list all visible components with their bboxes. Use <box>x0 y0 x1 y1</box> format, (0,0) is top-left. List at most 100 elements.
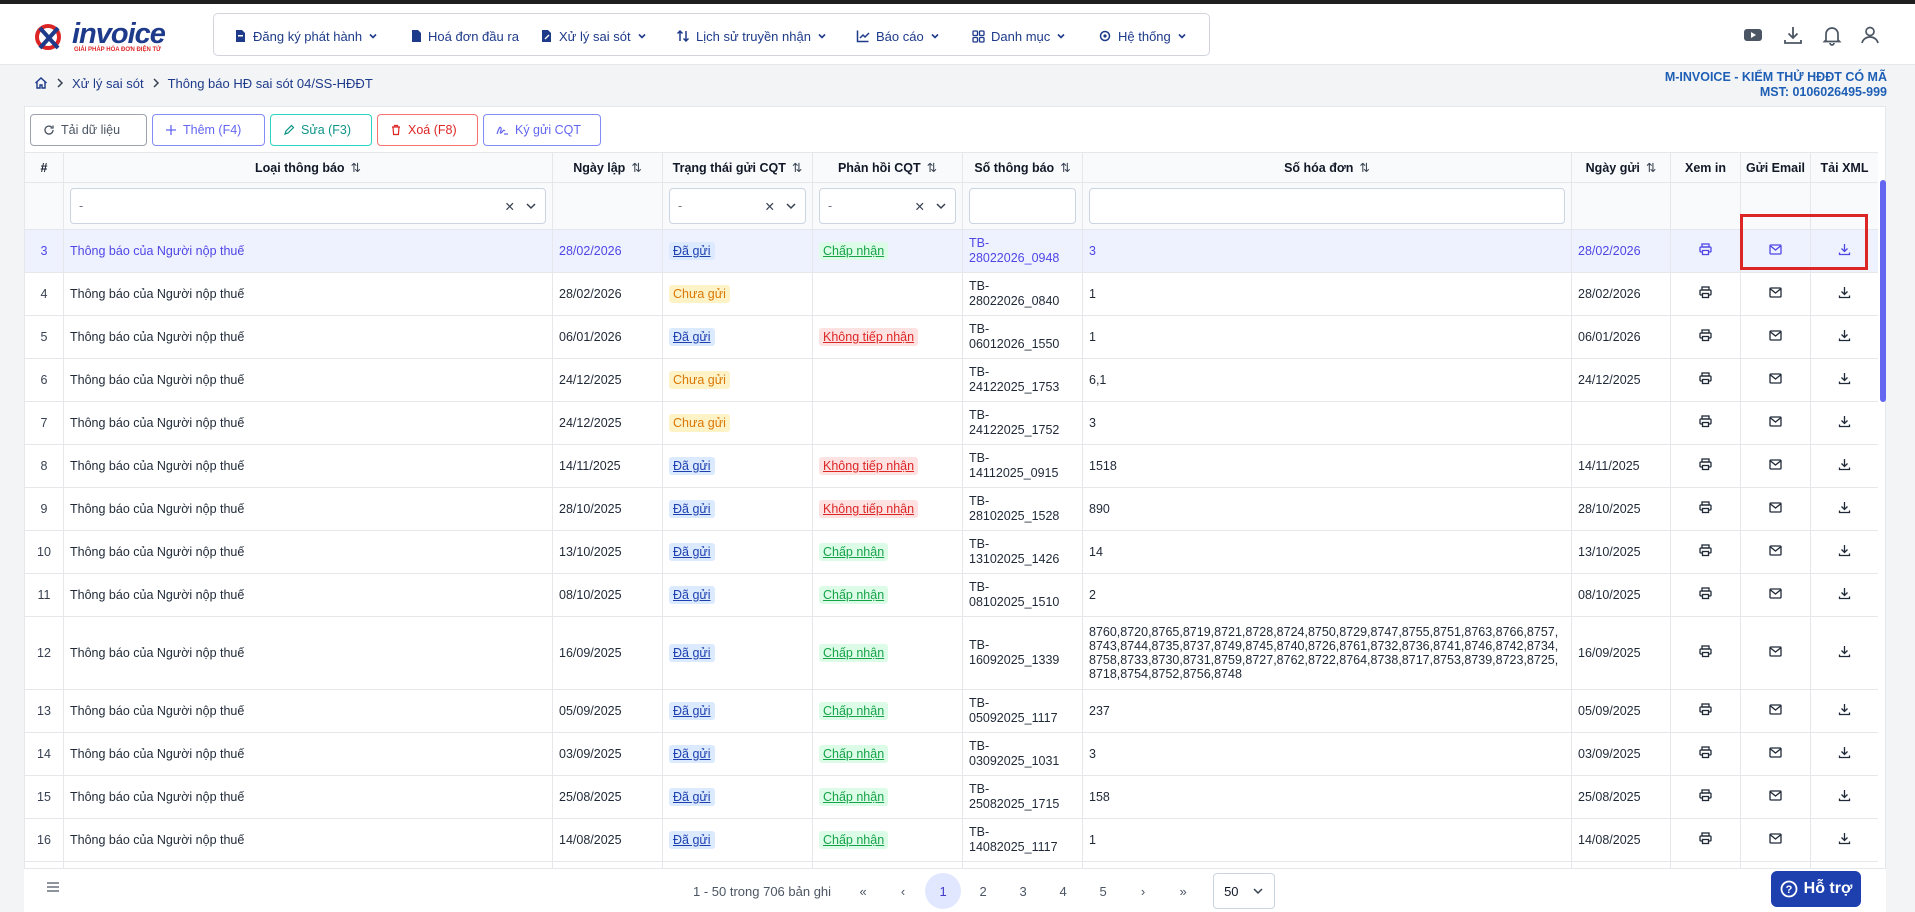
print-button[interactable] <box>1670 818 1741 862</box>
col-header-notice-no[interactable]: Số thông báo ⇅ <box>962 152 1083 183</box>
table-row[interactable]: 15 Thông báo của Người nộp thuế 25/08/2025… <box>24 775 1878 819</box>
page-size-select[interactable]: 50 <box>1213 873 1276 909</box>
print-button[interactable] <box>1670 272 1741 316</box>
send-email-button[interactable] <box>1740 530 1811 574</box>
table-row[interactable]: 14 Thông báo của Người nộp thuế 03/09/2025… <box>24 732 1878 776</box>
delete-button[interactable]: Xoá (F8) <box>377 114 478 146</box>
send-email-button[interactable] <box>1740 689 1811 733</box>
print-button[interactable] <box>1670 775 1741 819</box>
print-button[interactable] <box>1670 401 1741 445</box>
table-row[interactable]: 7 Thông báo của Người nộp thuế 24/12/2025 C… <box>24 401 1878 445</box>
page-button-5[interactable]: 5 <box>1083 873 1123 909</box>
reply-badge[interactable]: Không tiếp nhận <box>819 457 919 475</box>
sign-send-button[interactable]: Ký gửi CQT <box>483 114 601 146</box>
youtube-icon[interactable] <box>1742 24 1764 46</box>
reply-badge[interactable]: Chấp nhận <box>819 644 889 662</box>
next-page-button[interactable]: › <box>1123 873 1163 909</box>
status-badge[interactable]: Đã gửi <box>669 242 715 260</box>
table-row[interactable]: 16 Thông báo của Người nộp thuế 14/08/2025… <box>24 818 1878 862</box>
table-row[interactable]: 10 Thông báo của Người nộp thuế 13/10/2025… <box>24 530 1878 574</box>
last-page-button[interactable]: » <box>1163 873 1203 909</box>
status-badge[interactable]: Đã gửi <box>669 788 715 806</box>
send-email-button[interactable] <box>1740 616 1811 690</box>
print-button[interactable] <box>1670 573 1741 617</box>
download-icon[interactable] <box>1782 24 1804 46</box>
reply-badge[interactable]: Chấp nhận <box>819 586 889 604</box>
clear-icon[interactable]: ✕ <box>505 199 515 214</box>
app-logo[interactable]: invoice GIẢI PHÁP HÓA ĐƠN ĐIỆN TỬ <box>34 18 176 58</box>
clear-icon[interactable]: ✕ <box>915 199 925 214</box>
reload-button[interactable]: Tải dữ liệu <box>30 114 147 146</box>
reply-filter-select[interactable]: - ✕ <box>819 188 956 224</box>
status-badge[interactable]: Đã gửi <box>669 328 715 346</box>
col-header-reply[interactable]: Phản hồi CQT ⇅ <box>812 152 963 183</box>
download-xml-button[interactable] <box>1810 487 1878 531</box>
home-icon[interactable] <box>34 76 48 90</box>
download-xml-button[interactable] <box>1810 616 1878 690</box>
nav-xu-ly-sai-sot[interactable]: Xử lý sai sót <box>540 26 647 46</box>
bell-icon[interactable] <box>1821 24 1843 46</box>
table-row[interactable]: 8 Thông báo của Người nộp thuế 14/11/2025 Đ… <box>24 444 1878 488</box>
notice-no-filter-input[interactable] <box>969 188 1076 224</box>
send-email-button[interactable] <box>1740 272 1811 316</box>
invoice-no-filter-input[interactable] <box>1089 188 1565 224</box>
table-row[interactable]: 12 Thông báo của Người nộp thuế 16/09/2025… <box>24 616 1878 690</box>
sort-icon[interactable]: ⇅ <box>351 160 361 175</box>
status-badge[interactable]: Chưa gửi <box>669 371 730 389</box>
send-email-button[interactable] <box>1740 444 1811 488</box>
breadcrumb-item[interactable]: Xử lý sai sót <box>72 76 144 91</box>
download-xml-button[interactable] <box>1810 732 1878 776</box>
send-email-button[interactable] <box>1740 315 1811 359</box>
nav-he-thong[interactable]: Hệ thống <box>1098 26 1187 46</box>
print-button[interactable] <box>1670 530 1741 574</box>
nav-dang-ky-phat-hanh[interactable]: Đăng ký phát hành <box>234 26 378 46</box>
nav-lich-su-truyen-nhan[interactable]: Lịch sử truyền nhận <box>676 26 827 46</box>
status-badge[interactable]: Đã gửi <box>669 457 715 475</box>
send-email-button[interactable] <box>1740 401 1811 445</box>
download-xml-button[interactable] <box>1810 818 1878 862</box>
chevron-down-icon[interactable] <box>785 200 797 212</box>
chevron-down-icon[interactable] <box>935 200 947 212</box>
table-row[interactable]: 4 Thông báo của Người nộp thuế 28/02/2026 C… <box>24 272 1878 316</box>
reply-badge[interactable]: Chấp nhận <box>819 242 889 260</box>
col-header-invoice-no[interactable]: Số hóa đơn ⇅ <box>1082 152 1572 183</box>
status-badge[interactable]: Đã gửi <box>669 831 715 849</box>
print-button[interactable] <box>1670 444 1741 488</box>
add-button[interactable]: Thêm (F4) <box>152 114 265 146</box>
reply-badge[interactable]: Chấp nhận <box>819 745 889 763</box>
download-xml-button[interactable] <box>1810 689 1878 733</box>
download-xml-button[interactable] <box>1810 229 1878 273</box>
col-header-status[interactable]: Trạng thái gửi CQT ⇅ <box>662 152 813 183</box>
sort-icon[interactable]: ⇅ <box>631 160 641 175</box>
send-email-button[interactable] <box>1740 487 1811 531</box>
chevron-down-icon[interactable] <box>525 200 537 212</box>
reply-badge[interactable]: Chấp nhận <box>819 788 889 806</box>
print-button[interactable] <box>1670 487 1741 531</box>
print-button[interactable] <box>1670 732 1741 776</box>
sort-icon[interactable]: ⇅ <box>1060 160 1070 175</box>
status-badge[interactable]: Đã gửi <box>669 644 715 662</box>
user-icon[interactable] <box>1859 24 1881 46</box>
reply-badge[interactable]: Chấp nhận <box>819 831 889 849</box>
help-button[interactable]: ? Hỗ trợ <box>1771 871 1861 907</box>
table-row[interactable]: 13 Thông báo của Người nộp thuế 05/09/2025… <box>24 689 1878 733</box>
download-xml-button[interactable] <box>1810 358 1878 402</box>
nav-bao-cao[interactable]: Báo cáo <box>856 26 940 46</box>
download-xml-button[interactable] <box>1810 573 1878 617</box>
download-xml-button[interactable] <box>1810 775 1878 819</box>
first-page-button[interactable]: « <box>843 873 883 909</box>
send-email-button[interactable] <box>1740 732 1811 776</box>
download-xml-button[interactable] <box>1810 272 1878 316</box>
sort-icon[interactable]: ⇅ <box>927 160 937 175</box>
send-email-button[interactable] <box>1740 775 1811 819</box>
status-badge[interactable]: Đã gửi <box>669 500 715 518</box>
table-row[interactable]: 3 Thông báo của Người nộp thuế 28/02/2026 Đ… <box>24 229 1878 273</box>
page-button-3[interactable]: 3 <box>1003 873 1043 909</box>
print-button[interactable] <box>1670 315 1741 359</box>
page-button-4[interactable]: 4 <box>1043 873 1083 909</box>
status-badge[interactable]: Đã gửi <box>669 745 715 763</box>
sort-icon[interactable]: ⇅ <box>1646 160 1656 175</box>
list-menu-icon[interactable] <box>46 881 60 893</box>
reply-badge[interactable]: Không tiếp nhận <box>819 328 919 346</box>
download-xml-button[interactable] <box>1810 315 1878 359</box>
